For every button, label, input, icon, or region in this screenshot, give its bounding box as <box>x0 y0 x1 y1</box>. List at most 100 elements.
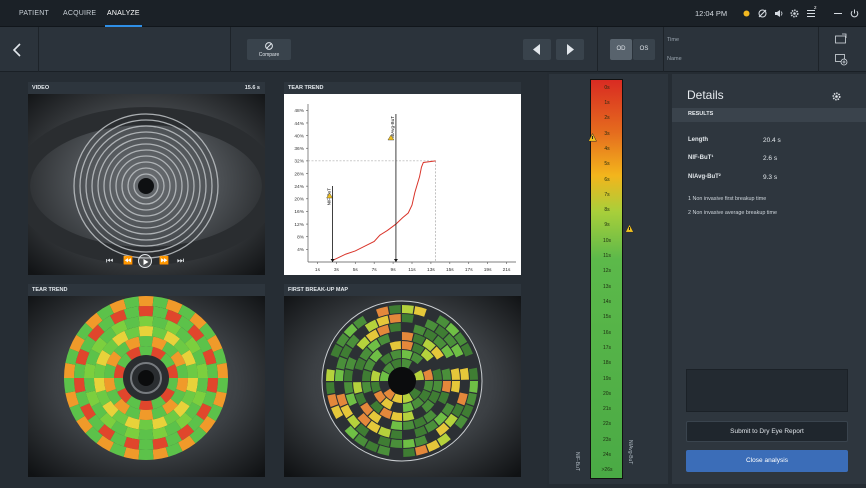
heatmap-cell <box>138 346 154 357</box>
breakup-cell <box>403 438 416 448</box>
notification-badge: 2 <box>814 5 817 10</box>
x-tick-label: 15s <box>446 267 454 273</box>
panel-title: VIDEO <box>32 85 50 91</box>
export-button[interactable] <box>834 32 848 44</box>
panel-title: FIRST BREAK-UP MAP <box>288 287 349 293</box>
skip-forward-icon[interactable]: ⏭ <box>177 256 184 266</box>
y-tick-label: 48% <box>294 108 304 114</box>
y-tick-label: 32% <box>294 159 304 165</box>
time-label: Time <box>667 37 680 43</box>
breakup-cell <box>468 367 478 380</box>
volume-icon[interactable] <box>773 8 784 19</box>
x-tick-label: 19s <box>484 267 492 273</box>
breakup-cell <box>344 369 354 381</box>
skip-back-icon[interactable]: ⏮ <box>106 256 113 266</box>
os-toggle-button[interactable]: OS <box>633 39 655 60</box>
breakup-cell <box>403 447 416 457</box>
step-back-icon[interactable]: ⏪ <box>123 256 133 265</box>
result-value-niavg-but: 9.3 s <box>763 174 778 181</box>
warning-icon <box>625 220 634 233</box>
notes-area <box>686 369 848 412</box>
result-label-nif-but: NIF-BuT¹ <box>688 155 714 161</box>
power-icon[interactable] <box>849 8 860 19</box>
add-screen-button[interactable] <box>834 53 848 66</box>
name-label: Name <box>667 56 682 62</box>
heatmap-cell <box>138 316 154 327</box>
breakup-cell <box>402 332 414 342</box>
x-tick-label: 9s <box>391 267 397 273</box>
y-tick-label: 24% <box>294 184 304 190</box>
scale-tick-label: 13s <box>602 283 612 290</box>
breakup-cell <box>450 368 460 380</box>
scale-tick-label: 6s <box>604 176 610 183</box>
compare-button[interactable]: Compare <box>247 39 291 60</box>
video-panel: VIDEO 15.6 s ⏮ ⏪ ⏩ ⏭ <box>28 82 265 275</box>
nav-tab-analyze[interactable]: ANALYZE <box>105 0 142 27</box>
settings-icon[interactable] <box>789 8 800 19</box>
breakup-cell <box>390 420 402 430</box>
y-tick-label: 4% <box>297 247 305 253</box>
breakup-cell <box>326 369 335 381</box>
breakup-cell <box>335 369 344 381</box>
heatmap-cell <box>84 378 96 393</box>
y-tick-label: 12% <box>294 222 304 228</box>
footnote-2: 2 Non invasive average breakup time <box>688 210 777 216</box>
breakup-cell <box>402 305 414 314</box>
y-tick-label: 40% <box>294 133 304 139</box>
heatmap-cell <box>138 326 154 337</box>
sun-icon[interactable] <box>741 8 752 19</box>
breakup-marker-arrow <box>393 259 398 262</box>
x-tick-label: 3s <box>334 267 340 273</box>
back-button[interactable] <box>8 40 28 60</box>
scale-tick-label: 0s <box>604 84 610 91</box>
close-analysis-button[interactable]: Close analysis <box>686 450 848 472</box>
details-settings-button[interactable] <box>831 89 842 101</box>
minimize-icon[interactable] <box>833 8 844 19</box>
breakup-cell <box>388 314 401 324</box>
heatmap-cell <box>138 419 154 430</box>
scale-tick-label: 8s <box>604 207 610 214</box>
x-tick-label: 17s <box>465 267 473 273</box>
scale-tick-label: 14s <box>602 298 612 305</box>
heatmap-cell <box>84 363 96 378</box>
play-button[interactable] <box>138 254 152 268</box>
top-bar: PATIENT ACQUIRE ANALYZE 12:04 PM 2 <box>0 0 866 27</box>
next-button[interactable] <box>556 39 584 60</box>
panel-title: TEAR TREND <box>288 85 324 91</box>
breakup-map-panel: FIRST BREAK-UP MAP <box>284 284 521 477</box>
eye-video-image <box>28 94 265 275</box>
results-header-label: RESULTS <box>688 111 714 117</box>
y-tick-label: 20% <box>294 197 304 203</box>
x-tick-label: 1s <box>315 267 321 273</box>
play-icon <box>143 259 149 265</box>
wifi-icon[interactable] <box>757 8 768 19</box>
toolbar-divider <box>38 27 39 72</box>
scale-tick-label: 11s <box>603 253 611 260</box>
heatmap-cell <box>206 378 218 393</box>
video-controls: ⏮ ⏪ ⏩ ⏭ <box>106 254 196 268</box>
scale-tick-label: >26s <box>601 467 613 474</box>
nav-tab-acquire[interactable]: ACQUIRE <box>63 0 96 27</box>
od-toggle-button[interactable]: OD <box>610 39 632 60</box>
y-tick-label: 44% <box>294 121 304 127</box>
previous-button[interactable] <box>523 39 551 60</box>
add-screen-icon <box>835 54 848 66</box>
compare-icon <box>265 42 273 50</box>
heatmap-cell <box>196 363 208 378</box>
breakup-cell <box>402 314 414 323</box>
breakup-marker-arrow <box>330 259 335 262</box>
scale-tick-label: 2s <box>604 115 610 122</box>
heatmap-cell <box>64 362 76 378</box>
step-forward-icon[interactable]: ⏩ <box>159 256 169 265</box>
breakup-map-image <box>284 296 521 477</box>
heatmap-cell <box>138 399 154 410</box>
breakup-cell <box>389 323 401 333</box>
nav-tab-patient[interactable]: PATIENT <box>19 0 49 27</box>
scale-tick-label: 20s <box>602 390 612 397</box>
submit-dry-eye-report-button[interactable]: Submit to Dry Eye Report <box>686 421 848 442</box>
heatmap-cell <box>138 306 154 317</box>
tear-trend-line <box>332 160 436 261</box>
warning-icon <box>588 129 597 142</box>
heatmap-cell <box>216 362 228 378</box>
panel-header: FIRST BREAK-UP MAP <box>284 284 521 296</box>
